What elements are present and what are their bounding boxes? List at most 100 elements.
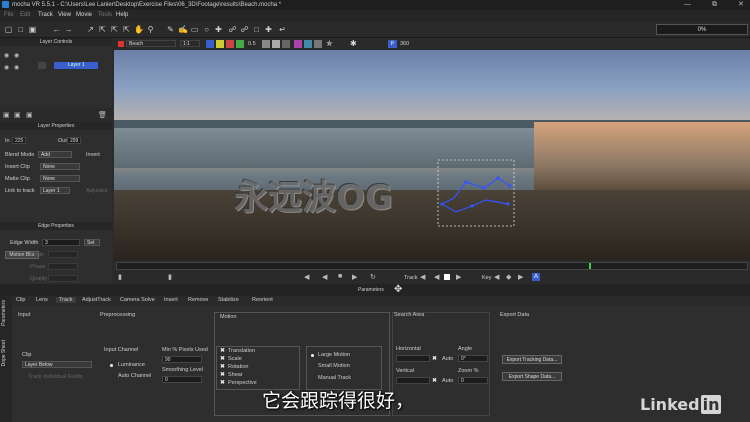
menu-help[interactable]: Help — [116, 12, 128, 18]
rotation-check-icon[interactable]: ✖ — [220, 364, 225, 370]
insert-clip-select[interactable]: None — [40, 163, 80, 170]
select-all-icon[interactable]: ⇱ — [98, 25, 107, 34]
add-key-icon[interactable]: ◆ — [506, 273, 511, 281]
visibility-icon[interactable]: ◉ — [4, 64, 9, 71]
pan-tool-icon[interactable]: ✋ — [134, 25, 144, 34]
cog-icon[interactable]: ◉ — [14, 64, 19, 71]
new-project-icon[interactable]: ▢ — [4, 25, 13, 34]
perspective-view-icon[interactable]: P — [388, 40, 397, 48]
horizontal-auto-check-icon[interactable]: ✖ — [432, 356, 437, 362]
tab-remove[interactable]: Remove — [188, 297, 208, 303]
blend-mode-select[interactable]: Add — [38, 151, 72, 158]
layers-icon[interactable] — [282, 40, 290, 48]
scale-check-icon[interactable]: ✖ — [220, 356, 225, 362]
prev-key-icon[interactable]: ◀ — [494, 273, 499, 281]
min-pixels-field[interactable]: 90 — [162, 356, 202, 363]
play-forward-icon[interactable]: ▶ — [352, 273, 357, 281]
menu-view[interactable]: View — [58, 12, 71, 18]
search-zoom-field[interactable]: 0 — [458, 377, 488, 384]
layer-group-icon[interactable]: ▣ — [26, 111, 33, 119]
crosshair-icon[interactable]: ✚ — [264, 25, 273, 34]
matte-clip-select[interactable]: None — [40, 175, 80, 182]
undo-icon[interactable]: ← — [52, 25, 61, 34]
splines-icon[interactable] — [294, 40, 302, 48]
tab-stabilize[interactable]: Stabilize — [218, 297, 239, 303]
loop-icon[interactable]: ↻ — [370, 273, 376, 281]
viewer-canvas[interactable]: 永远波OG — [114, 50, 750, 260]
tab-track[interactable]: Track — [56, 297, 76, 303]
next-key-icon[interactable]: ▶ — [518, 273, 523, 281]
horizontal-field[interactable] — [396, 355, 430, 362]
xspline-tool-icon[interactable]: ✎ — [166, 25, 175, 34]
delete-layer-icon[interactable]: 🗑 — [98, 111, 107, 119]
open-icon[interactable]: □ — [16, 25, 25, 34]
translation-check-icon[interactable]: ✖ — [220, 348, 225, 354]
transform-icon[interactable]: □ — [252, 25, 261, 34]
select-points-icon[interactable]: ⇱ — [110, 25, 119, 34]
clip-select[interactable]: Beach — [126, 40, 176, 47]
out-point-field[interactable]: 299 — [67, 137, 81, 144]
overlay-icon[interactable] — [216, 40, 224, 48]
tab-reorient[interactable]: Reorient — [252, 297, 273, 303]
settings-icon[interactable]: ✱ — [350, 40, 358, 48]
step-backward-icon[interactable]: ◀ — [322, 273, 327, 281]
bezier-tool-icon[interactable]: ✍ — [178, 25, 188, 34]
layer-paste-icon[interactable]: ▣ — [14, 111, 21, 119]
view-mode-icon[interactable] — [206, 40, 214, 48]
link-to-track-select[interactable]: Layer 1 — [40, 187, 70, 194]
in-point-field[interactable]: 225 — [12, 137, 26, 144]
edge-width-field[interactable]: 3 — [42, 239, 80, 246]
vertical-auto-check-icon[interactable]: ✖ — [432, 378, 437, 384]
tab-lens[interactable]: Lens — [36, 297, 48, 303]
key-nav-icon[interactable]: ▮ — [168, 273, 172, 281]
in-point-icon[interactable]: ▮ — [118, 273, 122, 281]
luminance-radio[interactable] — [110, 364, 113, 367]
layer-color-swatch[interactable] — [38, 62, 46, 69]
stop-icon[interactable]: ■ — [338, 273, 342, 280]
tab-insert[interactable]: Insert — [164, 297, 178, 303]
track-forward-icon[interactable]: ▶ — [456, 273, 461, 281]
tab-adjusttrack[interactable]: AdjustTrack — [82, 297, 111, 303]
side-tab-dope-sheet[interactable]: Dope Sheet — [1, 340, 7, 366]
search-angle-field[interactable]: 0° — [458, 355, 488, 362]
large-motion-radio[interactable] — [311, 354, 314, 357]
export-shape-data-button[interactable]: Export Shape Data... — [502, 372, 562, 381]
track-step-back-icon[interactable]: ◀ — [434, 273, 439, 281]
play-backward-icon[interactable]: ◀ — [304, 273, 309, 281]
layer-row[interactable]: Layer 1 — [54, 62, 98, 69]
vertical-field[interactable] — [396, 377, 430, 384]
minimize-icon[interactable]: — — [684, 0, 691, 10]
tab-clip[interactable]: Clip — [16, 297, 25, 303]
redo-icon[interactable]: → — [64, 25, 73, 34]
smoothing-field[interactable]: 0 — [162, 376, 202, 383]
mattes-icon[interactable] — [272, 40, 280, 48]
autokey-icon[interactable]: A — [532, 273, 540, 281]
magnetic-icon[interactable]: ↵ — [278, 25, 287, 34]
playhead[interactable] — [589, 263, 591, 269]
lock-icon[interactable]: ◉ — [14, 52, 19, 59]
tracking-spline-overlay[interactable] — [436, 158, 516, 228]
select-layer-icon[interactable]: ⇱ — [122, 25, 131, 34]
shear-check-icon[interactable]: ✖ — [220, 372, 225, 378]
add-point-icon[interactable]: ✚ — [214, 25, 223, 34]
menu-tools[interactable]: Tools — [98, 12, 112, 18]
maximize-icon[interactable]: ⧉ — [712, 0, 717, 10]
stabilize-icon[interactable] — [314, 40, 322, 48]
view-360-label[interactable]: 360 — [400, 41, 409, 47]
edge-set-button[interactable]: Set — [84, 239, 100, 246]
layer-copy-icon[interactable]: ▣ — [3, 111, 10, 119]
perspective-check-icon[interactable]: ✖ — [220, 380, 225, 386]
attach-icon[interactable]: ☍ — [240, 25, 249, 34]
eye-icon[interactable]: ◉ — [4, 52, 9, 59]
export-tracking-data-button[interactable]: Export Tracking Data... — [502, 355, 562, 364]
close-icon[interactable]: ✕ — [738, 0, 744, 10]
timeline-scrubber[interactable] — [116, 262, 748, 270]
red-channel-icon[interactable] — [226, 40, 234, 48]
zoom-select[interactable]: 1:1 — [180, 40, 200, 47]
zoom-tool-icon[interactable]: ⚲ — [146, 25, 155, 34]
tracking-options-icon[interactable]: ✯ — [326, 40, 334, 48]
menu-movie[interactable]: Movie — [76, 12, 92, 18]
select-tool-icon[interactable]: ↗ — [86, 25, 95, 34]
menu-file[interactable]: File — [4, 12, 14, 18]
circle-spline-icon[interactable]: ○ — [202, 25, 211, 34]
